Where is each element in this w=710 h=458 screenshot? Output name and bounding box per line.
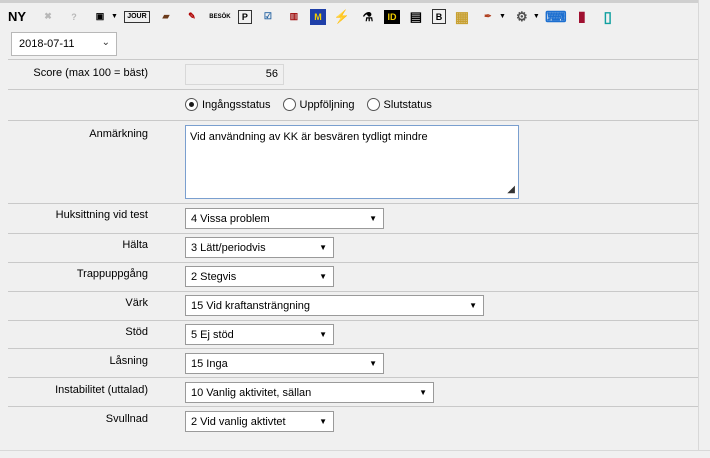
select-value: 15 Vid kraftansträngning — [191, 299, 311, 312]
field-label: Trappuppgång — [76, 268, 148, 280]
radio-uppfoljning[interactable]: Uppföljning — [282, 98, 355, 111]
toolbar: NY ✖ ? ▣ ▼ JOUR ▰ ✎ BESÖK P ☑ ▥ M ⚡ ⚗ ID… — [0, 3, 710, 30]
select-value: 5 Ej stöd — [191, 328, 234, 341]
keyboard-icon[interactable]: ⌨ — [545, 8, 567, 26]
gears-icon: ⚙ — [516, 8, 528, 24]
field-label: Svullnad — [105, 413, 148, 425]
divider — [8, 203, 698, 204]
radio-label: Uppföljning — [299, 98, 355, 111]
resize-grip-icon[interactable]: ◢ — [507, 183, 515, 196]
stod-select[interactable]: 5 Ej stöd ▼ — [185, 324, 334, 345]
instabilitet-select[interactable]: 10 Vanlig aktivitet, sällan ▼ — [185, 382, 434, 403]
dropdown-arrow-icon: ▼ — [369, 359, 377, 368]
dropdown-arrow-icon: ▼ — [498, 13, 506, 20]
b-icon[interactable]: B — [431, 9, 446, 24]
halta-select[interactable]: 3 Lätt/periodvis ▼ — [185, 237, 334, 258]
dropdown-arrow-icon: ▼ — [419, 388, 427, 397]
divider — [8, 348, 698, 349]
syringe-icon: ✒ — [484, 11, 492, 21]
divider — [8, 120, 698, 121]
dropdown-arrow-icon: ▼ — [319, 417, 327, 426]
date-value: 2018-07-11 — [19, 38, 75, 50]
dropdown-arrow-icon: ▼ — [319, 272, 327, 281]
document-icon[interactable]: ▤ — [406, 8, 426, 26]
radio-label: Slutstatus — [383, 98, 432, 111]
syringe-dropdown[interactable]: ✒ ▼ — [478, 8, 506, 26]
divider — [8, 291, 698, 292]
visit-icon[interactable]: BESÖK — [208, 8, 232, 26]
remark-label: Anmärkning — [89, 128, 148, 140]
chart-icon[interactable]: ▥ — [284, 8, 304, 26]
select-value: 10 Vanlig aktivitet, sällan — [191, 386, 312, 399]
m-icon[interactable]: M — [309, 8, 326, 25]
dropdown-arrow-icon: ▼ — [319, 243, 327, 252]
chevron-down-icon[interactable]: ⌄ — [102, 37, 110, 48]
checklist-icon[interactable]: ☑ — [258, 8, 278, 26]
trappuppgang-select[interactable]: 2 Stegvis ▼ — [185, 266, 334, 287]
divider — [8, 59, 698, 60]
status-radio-group: Ingångsstatus Uppföljning Slutstatus — [185, 98, 444, 111]
vark-select[interactable]: 15 Vid kraftansträngning ▼ — [185, 295, 484, 316]
divider — [8, 377, 698, 378]
new-button[interactable]: NY — [8, 9, 30, 24]
remark-text: Vid användning av KK är besvären tydligt… — [190, 131, 428, 143]
edit-icon[interactable]: ✎ — [182, 8, 202, 26]
lasning-select[interactable]: 15 Inga ▼ — [185, 353, 384, 374]
select-value: 2 Vid vanlig aktivtet — [191, 415, 286, 428]
field-label: Stöd — [125, 326, 148, 338]
select-value: 3 Lätt/periodvis — [191, 241, 266, 254]
divider — [8, 233, 698, 234]
save-icon: ▣ — [95, 11, 105, 21]
score-label: Score (max 100 = bäst) — [33, 67, 148, 79]
dropdown-arrow-icon: ▼ — [369, 214, 377, 223]
field-label: Hälta — [122, 239, 148, 251]
book-icon[interactable]: ▮ — [572, 8, 592, 26]
divider — [8, 406, 698, 407]
svullnad-select[interactable]: 2 Vid vanlig aktivtet ▼ — [185, 411, 334, 432]
radio-slutstatus[interactable]: Slutstatus — [366, 98, 432, 111]
dropdown-arrow-icon: ▼ — [469, 301, 477, 310]
window-bottom-edge — [0, 450, 710, 458]
p-icon[interactable]: P — [237, 9, 252, 24]
select-value: 4 Vissa problem — [191, 212, 270, 225]
radio-selected-icon — [185, 98, 198, 111]
divider — [8, 262, 698, 263]
radio-unselected-icon — [282, 98, 296, 111]
dropdown-arrow-icon: ▼ — [319, 330, 327, 339]
select-value: 2 Stegvis — [191, 270, 237, 283]
stop-icon[interactable]: ✖ — [38, 8, 58, 26]
lightning-icon[interactable]: ⚡ — [332, 8, 352, 26]
radio-label: Ingångsstatus — [202, 98, 271, 111]
save-dropdown[interactable]: ▣ ▼ — [90, 8, 118, 26]
divider — [8, 89, 698, 90]
field-label: Instabilitet (uttalad) — [55, 384, 148, 396]
divider — [8, 320, 698, 321]
briefcase-icon[interactable]: ▰ — [156, 8, 176, 26]
dropdown-arrow-icon: ▼ — [111, 13, 118, 20]
field-label: Huksittning vid test — [55, 209, 148, 221]
lab-icon[interactable]: ⚗ — [358, 8, 378, 26]
window-right-edge — [698, 0, 710, 458]
journal-icon[interactable]: JOUR — [123, 10, 150, 23]
huksittning-select[interactable]: 4 Vissa problem ▼ — [185, 208, 384, 229]
field-label: Låsning — [109, 355, 148, 367]
radio-unselected-icon — [366, 98, 380, 111]
help-icon[interactable]: ? — [64, 8, 84, 26]
id-icon[interactable]: ID — [383, 9, 400, 24]
select-value: 15 Inga — [191, 357, 228, 370]
gears-dropdown[interactable]: ⚙ ▼ — [512, 8, 540, 26]
field-label: Värk — [125, 297, 148, 309]
map-icon[interactable]: ▦ — [452, 8, 472, 26]
dropdown-arrow-icon: ▼ — [532, 13, 540, 20]
remark-textarea[interactable]: Vid användning av KK är besvären tydligt… — [185, 125, 519, 199]
score-field: 56 — [185, 64, 284, 85]
phone-icon[interactable]: ▯ — [598, 8, 618, 26]
date-picker[interactable]: 2018-07-11 ⌄ — [11, 32, 117, 56]
radio-ingangsstatus[interactable]: Ingångsstatus — [185, 98, 271, 111]
